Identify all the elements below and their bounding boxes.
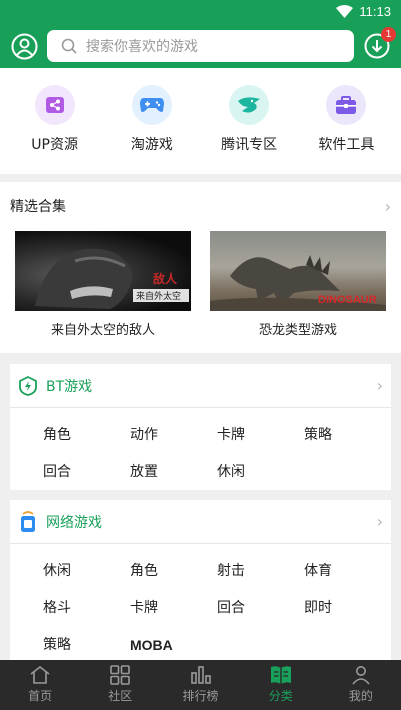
collections-title: 精选合集	[10, 199, 66, 215]
toolbox-icon	[336, 96, 357, 114]
nav-item-category[interactable]: 分类	[241, 660, 321, 710]
search-icon	[61, 38, 77, 54]
svg-text:敌人: 敌人	[153, 271, 178, 286]
community-icon	[110, 665, 131, 685]
gamepad-icon-wrap	[131, 85, 172, 125]
online-game-icon	[21, 510, 35, 532]
nav-label: 分类	[268, 689, 293, 703]
share-icon	[45, 97, 64, 113]
bottom-nav: 首页 社区 排行榜 分类 我的	[0, 660, 401, 710]
category-tag[interactable]: 即时	[304, 590, 391, 627]
profile-icon	[352, 666, 370, 685]
quick-entry-label: 软件工具	[318, 137, 375, 153]
nav-label: 社区	[108, 689, 133, 703]
nav-item-community[interactable]: 社区	[80, 660, 160, 710]
collections-header[interactable]: 精选合集 ›	[0, 182, 401, 218]
app-header: 11:13 搜索你喜欢的游戏 1	[0, 0, 401, 68]
online-games-section: 网络游戏 › 休闲 角色 射击 体育 格斗 卡牌 回合 即时 策略 MOBA	[10, 500, 391, 660]
quick-entry-label: 腾讯专区	[221, 137, 278, 153]
bt-games-section: BT游戏 › 角色 动作 卡牌 策略 回合 放置 休闲	[10, 364, 391, 490]
quick-entry-find-games[interactable]: 淘游戏	[107, 68, 197, 174]
category-tag[interactable]: 策略	[43, 627, 130, 664]
collection-thumb-alien: 敌人 来自外太空	[15, 231, 191, 311]
svg-text:DINOSAUR: DINOSAUR	[318, 294, 377, 306]
quick-entry-label: UP资源	[31, 137, 78, 153]
alien-art-icon: 敌人 来自外太空	[35, 248, 189, 309]
home-icon	[30, 665, 50, 684]
category-tag[interactable]: MOBA	[130, 627, 217, 664]
svg-text:来自外太空: 来自外太空	[136, 290, 181, 302]
online-games-title-wrap: 网络游戏	[18, 510, 102, 533]
toolbox-icon-wrap	[326, 85, 367, 125]
tencent-icon-wrap	[229, 85, 270, 125]
chevron-right-icon: ›	[376, 512, 383, 531]
collection-label: 来自外太空的敌人	[50, 323, 155, 338]
category-tag[interactable]: 回合	[43, 454, 130, 491]
online-games-title: 网络游戏	[46, 514, 102, 531]
chevron-right-icon: ›	[376, 376, 383, 395]
collection-thumb-dinosaur: DINOSAUR	[210, 231, 386, 311]
share-icon-wrap	[34, 85, 75, 125]
category-tag[interactable]: 角色	[130, 553, 217, 590]
ranking-icon	[190, 666, 211, 684]
quick-entry-label: 淘游戏	[130, 137, 173, 153]
nav-label: 排行榜	[182, 689, 219, 703]
featured-collections: 精选合集 › 敌人 来自外太空 来自外太空的敌人 DINOSAUR 恐龙类型游戏	[0, 182, 401, 353]
category-tag[interactable]: 策略	[304, 417, 391, 454]
quick-entry-up-resources[interactable]: UP资源	[10, 68, 100, 174]
collection-cards: 敌人 来自外太空 来自外太空的敌人 DINOSAUR 恐龙类型游戏	[15, 231, 386, 338]
category-tag[interactable]: 射击	[217, 553, 304, 590]
nav-item-profile[interactable]: 我的	[321, 660, 401, 710]
nav-label: 我的	[348, 689, 373, 703]
bt-games-title: BT游戏	[46, 378, 93, 395]
category-tag[interactable]: 放置	[130, 454, 217, 491]
collection-card-dinosaur[interactable]: DINOSAUR 恐龙类型游戏	[210, 231, 386, 338]
category-tag[interactable]: 卡牌	[217, 417, 304, 454]
quick-entry-tencent-zone[interactable]: 腾讯专区	[204, 68, 294, 174]
bt-icon	[19, 375, 37, 396]
category-icon	[270, 666, 291, 684]
nav-item-home[interactable]: 首页	[0, 660, 80, 710]
wifi-icon	[336, 5, 354, 18]
online-games-header[interactable]: 网络游戏 ›	[10, 500, 391, 544]
quick-entry-software-tools[interactable]: 软件工具	[301, 68, 391, 174]
collection-card-alien[interactable]: 敌人 来自外太空 来自外太空的敌人	[15, 231, 191, 338]
category-tag[interactable]: 体育	[304, 553, 391, 590]
bt-games-title-wrap: BT游戏	[18, 375, 93, 396]
category-tag[interactable]: 休闲	[217, 454, 304, 491]
quick-entries: UP资源 淘游戏 腾讯专区 软件工具	[0, 68, 401, 174]
user-icon	[11, 33, 38, 60]
bt-games-tags: 角色 动作 卡牌 策略 回合 放置 休闲	[10, 408, 391, 491]
category-tag[interactable]: 回合	[217, 590, 304, 627]
category-tag[interactable]: 卡牌	[130, 590, 217, 627]
category-tag[interactable]: 格斗	[43, 590, 130, 627]
category-tag[interactable]: 角色	[43, 417, 130, 454]
tencent-icon	[238, 97, 261, 113]
status-time: 11:13	[359, 4, 391, 19]
search-placeholder: 搜索你喜欢的游戏	[86, 39, 198, 55]
dinosaur-art-icon: DINOSAUR	[210, 255, 386, 311]
status-bar: 11:13	[336, 4, 391, 19]
chevron-right-icon: ›	[384, 196, 391, 216]
collection-label: 恐龙类型游戏	[258, 323, 337, 338]
user-avatar-button[interactable]	[11, 33, 38, 60]
search-input[interactable]: 搜索你喜欢的游戏	[47, 30, 354, 62]
nav-item-ranking[interactable]: 排行榜	[160, 660, 240, 710]
nav-label: 首页	[28, 689, 53, 703]
bt-games-header[interactable]: BT游戏 ›	[10, 364, 391, 408]
online-games-tags: 休闲 角色 射击 体育 格斗 卡牌 回合 即时 策略 MOBA	[10, 544, 391, 664]
gamepad-icon	[139, 98, 164, 112]
category-tag[interactable]: 动作	[130, 417, 217, 454]
download-badge: 1	[381, 27, 396, 42]
category-tag[interactable]: 休闲	[43, 553, 130, 590]
